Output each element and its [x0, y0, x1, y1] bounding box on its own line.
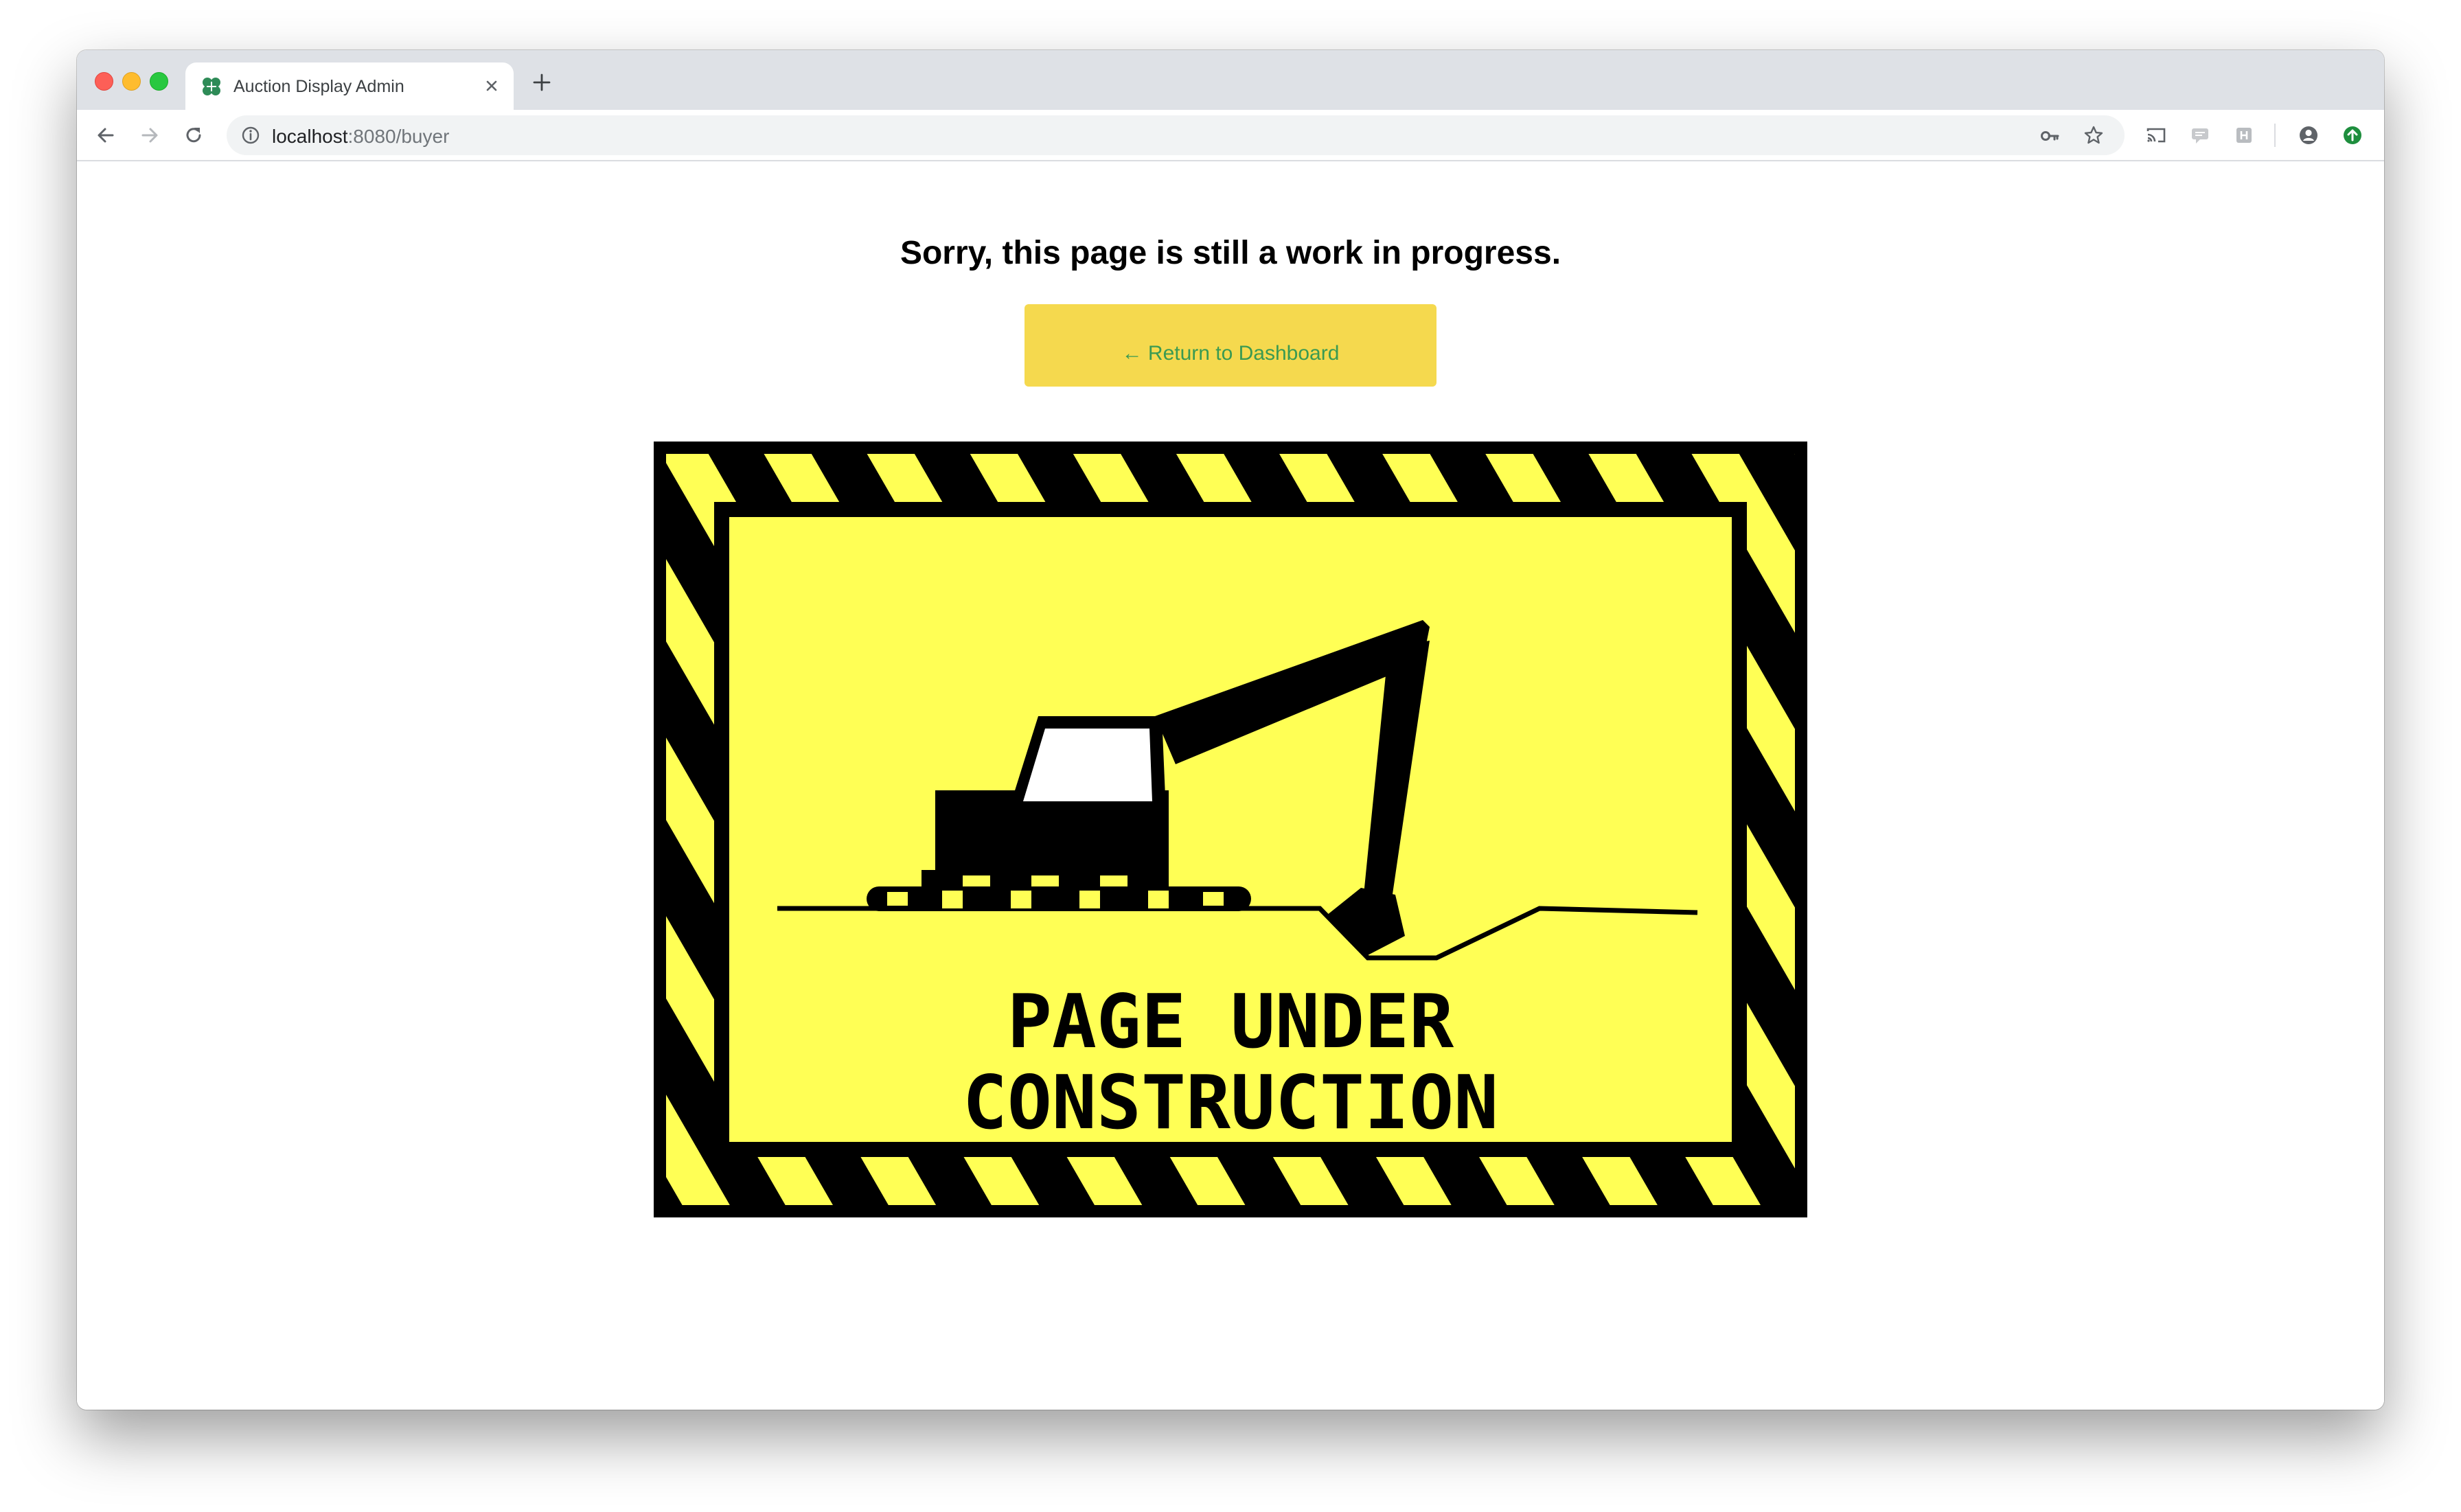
back-arrow-icon[interactable] — [95, 124, 117, 146]
page-content: Sorry, this page is still a work in prog… — [77, 161, 2384, 1410]
browser-tab[interactable]: Auction Display Admin — [185, 62, 514, 110]
toolbar-divider — [2274, 124, 2276, 147]
star-icon[interactable] — [2083, 125, 2104, 146]
profile-avatar-icon[interactable] — [2298, 124, 2320, 146]
close-tab-icon[interactable] — [482, 76, 501, 95]
return-to-dashboard-button[interactable]: ← Return to Dashboard — [1025, 304, 1436, 387]
key-icon[interactable] — [2039, 126, 2060, 146]
reload-icon[interactable] — [183, 124, 205, 146]
extension-puzzle-icon[interactable] — [2233, 124, 2255, 146]
browser-window: Auction Display Admin localhost:8080/buy… — [77, 50, 2384, 1410]
minimize-window-button[interactable] — [122, 72, 141, 91]
url-text: localhost:8080/buyer — [272, 126, 449, 148]
browser-toolbar: localhost:8080/buyer — [77, 110, 2384, 161]
sign-line1-text: PAGE UNDER — [1007, 979, 1454, 1065]
under-construction-image: PAGE UNDER CONSTRUCTION — [654, 442, 1807, 1217]
new-tab-icon[interactable] — [531, 72, 552, 93]
url-path: :8080/buyer — [347, 126, 450, 147]
chat-extension-icon[interactable] — [2189, 124, 2211, 146]
maximize-window-button[interactable] — [150, 72, 168, 91]
update-available-icon[interactable] — [2342, 124, 2363, 146]
four-leaf-clover-icon — [203, 78, 220, 95]
address-bar[interactable]: localhost:8080/buyer — [227, 115, 2125, 155]
close-window-button[interactable] — [95, 72, 113, 91]
cast-icon[interactable] — [2145, 124, 2167, 146]
url-host: localhost — [272, 126, 348, 147]
tab-strip: Auction Display Admin — [77, 50, 2384, 110]
sign-line2-text: CONSTRUCTION — [963, 1060, 1498, 1146]
tab-title: Auction Display Admin — [233, 77, 404, 96]
info-icon[interactable] — [240, 125, 261, 146]
page-heading: Sorry, this page is still a work in prog… — [900, 235, 1561, 271]
forward-arrow-icon[interactable] — [139, 124, 161, 146]
